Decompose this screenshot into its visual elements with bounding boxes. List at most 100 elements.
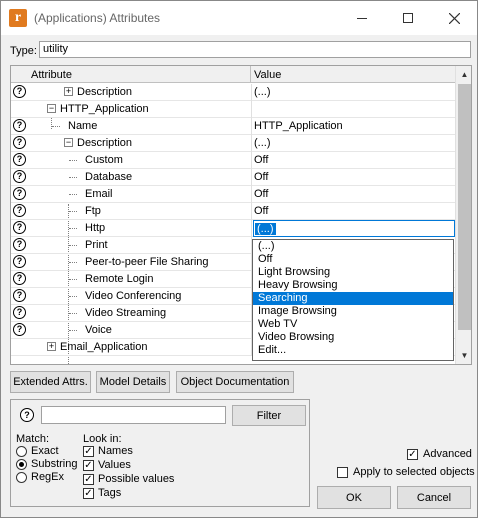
attribute-value[interactable]: Off — [253, 186, 455, 203]
grid-row[interactable]: ? Database Off — [11, 169, 455, 186]
grid-row[interactable]: − HTTP_Application — [11, 101, 455, 118]
ok-button[interactable]: OK — [317, 486, 391, 509]
tree-connector — [69, 245, 77, 246]
match-radio-exact[interactable] — [16, 446, 27, 457]
dropdown-option[interactable]: Web TV — [253, 318, 453, 331]
dropdown-option[interactable]: Off — [253, 253, 453, 266]
filter-panel: ? Filter Match: Look in: Exact Substring R… — [10, 399, 310, 507]
apply-selected-label: Apply to selected objects — [353, 466, 475, 478]
grid-row[interactable]: ? Custom Off — [11, 152, 455, 169]
help-icon[interactable]: ? — [13, 136, 26, 149]
help-icon[interactable]: ? — [13, 204, 26, 217]
attribute-value[interactable] — [253, 101, 455, 118]
look-in-checkbox-tags[interactable]: ✓ — [83, 488, 94, 499]
dropdown-option[interactable]: (...) — [253, 240, 453, 253]
attribute-name: Voice — [85, 324, 112, 336]
type-label: Type: — [10, 45, 37, 57]
tree-connector — [69, 296, 77, 297]
expand-icon[interactable]: + — [47, 342, 56, 351]
look-in-checkbox-possible-values[interactable]: ✓ — [83, 474, 94, 485]
dropdown-option[interactable]: Image Browsing — [253, 305, 453, 318]
grid-row[interactable]: ? Http (...) — [11, 220, 455, 237]
tree-connector — [69, 228, 77, 229]
grid-row[interactable]: ? Ftp Off — [11, 203, 455, 220]
attribute-name: Video Streaming — [85, 307, 167, 319]
help-icon[interactable]: ? — [13, 255, 26, 268]
dropdown-option[interactable]: Light Browsing — [253, 266, 453, 279]
help-icon[interactable]: ? — [13, 289, 26, 302]
column-header-attribute[interactable]: Attribute — [31, 69, 72, 81]
collapse-icon[interactable]: − — [47, 104, 56, 113]
title-bar[interactable]: r (Applications) Attributes — [1, 1, 477, 35]
look-in-checkbox-values[interactable]: ✓ — [83, 460, 94, 471]
dropdown-option[interactable]: Searching — [253, 292, 453, 305]
grid-row[interactable]: ? Email Off — [11, 186, 455, 203]
attributes-dialog: r (Applications) Attributes Type: utilit… — [0, 0, 478, 518]
maximize-button[interactable] — [385, 1, 431, 35]
tree-connector — [52, 126, 60, 127]
grid-row[interactable]: ? − Description (...) — [11, 135, 455, 152]
attribute-name: Peer-to-peer File Sharing — [85, 256, 209, 268]
expand-icon[interactable]: + — [64, 87, 73, 96]
help-icon[interactable]: ? — [13, 187, 26, 200]
dropdown-option[interactable]: Heavy Browsing — [253, 279, 453, 292]
help-icon[interactable]: ? — [13, 85, 26, 98]
scroll-up-arrow[interactable]: ▲ — [456, 66, 471, 83]
attribute-value[interactable]: Off — [253, 203, 455, 220]
column-divider[interactable] — [250, 66, 251, 83]
advanced-label: Advanced — [423, 448, 472, 460]
tree-connector — [69, 279, 77, 280]
help-icon[interactable]: ? — [20, 408, 34, 422]
attribute-name: Video Conferencing — [85, 290, 182, 302]
match-radio-substring[interactable] — [16, 459, 27, 470]
help-icon[interactable]: ? — [13, 306, 26, 319]
column-divider — [251, 84, 252, 101]
attribute-value[interactable]: HTTP_Application — [253, 118, 455, 135]
match-radio-regex[interactable] — [16, 472, 27, 483]
help-icon[interactable]: ? — [13, 170, 26, 183]
filter-button[interactable]: Filter — [232, 405, 306, 426]
dropdown-option[interactable]: Video Browsing — [253, 331, 453, 344]
column-header-value[interactable]: Value — [254, 69, 281, 81]
filter-input[interactable] — [41, 406, 226, 424]
attribute-name: HTTP_Application — [60, 103, 149, 115]
scroll-thumb[interactable] — [458, 84, 471, 330]
help-icon[interactable]: ? — [13, 221, 26, 234]
value-dropdown-list[interactable]: (...) Off Light Browsing Heavy Browsing Sear… — [252, 239, 454, 361]
attribute-name: Custom — [85, 154, 123, 166]
tree-connector — [69, 211, 77, 212]
help-icon[interactable]: ? — [13, 119, 26, 132]
advanced-checkbox[interactable]: ✓ — [407, 449, 418, 460]
look-in-checkbox-names[interactable]: ✓ — [83, 446, 94, 457]
grid-row[interactable]: ? + Description (...) — [11, 84, 455, 101]
attribute-value[interactable]: (...) — [253, 84, 455, 101]
match-option-label: Substring — [31, 458, 78, 470]
apply-selected-checkbox[interactable] — [337, 467, 348, 478]
help-icon[interactable]: ? — [13, 153, 26, 166]
attribute-value[interactable]: (...) — [253, 135, 455, 152]
help-icon[interactable]: ? — [13, 272, 26, 285]
extended-attrs-button[interactable]: Extended Attrs. — [10, 371, 91, 393]
model-details-button[interactable]: Model Details — [96, 371, 170, 393]
attribute-value[interactable]: Off — [253, 169, 455, 186]
tree-connector — [69, 194, 77, 195]
attribute-value[interactable]: (...) — [253, 220, 455, 237]
grid-header: Attribute Value — [11, 66, 455, 83]
vertical-scrollbar[interactable]: ▲ ▼ — [455, 66, 471, 364]
minimize-button[interactable] — [339, 1, 385, 35]
object-documentation-button[interactable]: Object Documentation — [176, 371, 294, 393]
cancel-button[interactable]: Cancel — [397, 486, 471, 509]
close-button[interactable] — [431, 1, 477, 35]
help-icon[interactable]: ? — [13, 323, 26, 336]
scroll-down-arrow[interactable]: ▼ — [456, 347, 471, 364]
type-field[interactable]: utility — [39, 41, 471, 58]
look-in-label: Possible values — [98, 473, 175, 485]
help-icon[interactable]: ? — [13, 238, 26, 251]
dropdown-option[interactable]: Edit... — [253, 344, 453, 357]
tree-connector — [69, 313, 77, 314]
attribute-value[interactable]: Off — [253, 152, 455, 169]
column-divider — [251, 186, 252, 203]
collapse-icon[interactable]: − — [64, 138, 73, 147]
attribute-name: Print — [85, 239, 108, 251]
grid-row[interactable]: ? Name HTTP_Application — [11, 118, 455, 135]
